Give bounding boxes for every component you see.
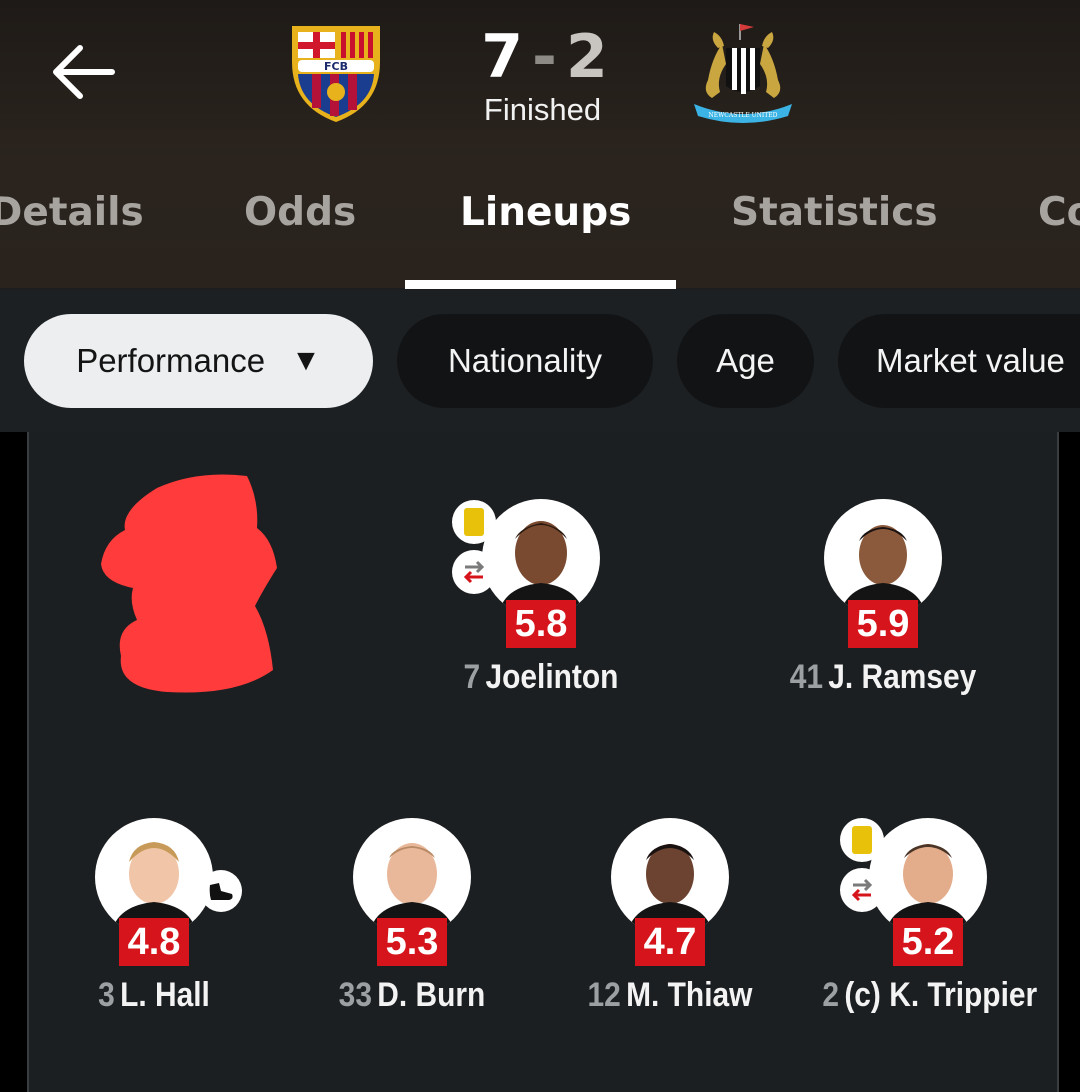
redaction-mark (101, 474, 277, 693)
player-number: 41 (789, 658, 823, 696)
pitch-field: 5.8 7 Joelinton 5.9 41 J. Ramsey 4.8 3 L… (27, 432, 1059, 1092)
player-number: 33 (338, 976, 372, 1014)
caret-down-icon: ▼ (291, 344, 321, 377)
score: 7-2 (470, 22, 620, 92)
player-rating: 5.2 (893, 918, 963, 966)
filter-chip-bar: Performance ▼ Nationality Age Market val… (0, 290, 1080, 432)
player-number: 2 (822, 976, 840, 1014)
away-score: 2 (565, 22, 609, 92)
home-score: 7 (481, 22, 525, 92)
player-name-text: M. Thiaw (626, 976, 753, 1014)
lineup-pitch: 5.8 7 Joelinton 5.9 41 J. Ramsey 4.8 3 L… (0, 432, 1080, 1092)
filter-performance[interactable]: Performance ▼ (24, 314, 373, 408)
tab-statistics[interactable]: Statistics (731, 190, 938, 235)
svg-text:FCB: FCB (324, 60, 348, 73)
boot-icon (200, 870, 242, 912)
tab-odds[interactable]: Odds (244, 190, 356, 235)
filter-market-value[interactable]: Market value (838, 314, 1080, 408)
tab-lineups[interactable]: Lineups (460, 190, 631, 235)
match-status: Finished (483, 92, 602, 127)
filter-performance-label: Performance (76, 342, 266, 379)
tab-details[interactable]: Details (0, 190, 144, 235)
away-crest-text: NEWCASTLE UNITED (709, 112, 778, 119)
player-rating: 5.9 (848, 600, 918, 648)
score-separator: - (532, 22, 558, 92)
player-rating: 5.8 (506, 600, 576, 648)
player-name-text: D. Burn (377, 976, 486, 1014)
player-name[interactable]: 2 (c) K. Trippier (822, 976, 1037, 1015)
player-name-text: L. Hall (120, 976, 210, 1014)
yellow-card-icon (840, 818, 884, 862)
home-team-crest[interactable]: FCB (288, 22, 384, 124)
tab-bar: Details Odds Lineups Statistics Co (0, 190, 1080, 288)
player-name[interactable]: 3 L. Hall (48, 976, 259, 1015)
player-name[interactable]: 7 Joelinton (435, 658, 646, 697)
player-name-text: (c) K. Trippier (844, 976, 1038, 1014)
player-rating: 4.8 (119, 918, 189, 966)
filter-age[interactable]: Age (677, 314, 814, 408)
filter-nationality[interactable]: Nationality (397, 314, 653, 408)
player-name-text: J. Ramsey (828, 658, 977, 696)
player-number: 7 (463, 658, 481, 696)
player-number: 3 (98, 976, 115, 1014)
tab-commentary[interactable]: Co (1038, 190, 1080, 235)
player-rating: 4.7 (635, 918, 705, 966)
player-name[interactable]: 41 J. Ramsey (777, 658, 988, 697)
player-name-text: Joelinton (485, 658, 619, 696)
away-team-crest[interactable]: NEWCASTLE UNITED (688, 18, 798, 128)
active-tab-indicator (405, 280, 676, 289)
substitution-icon (840, 868, 884, 912)
player-number: 12 (587, 976, 621, 1014)
arrow-left-icon (53, 45, 115, 99)
player-rating: 5.3 (377, 918, 447, 966)
player-name[interactable]: 33 D. Burn (306, 976, 517, 1015)
yellow-card-icon (452, 500, 496, 544)
substitution-icon (452, 550, 496, 594)
player-name[interactable]: 12 M. Thiaw (564, 976, 775, 1015)
back-button[interactable] (48, 40, 120, 104)
